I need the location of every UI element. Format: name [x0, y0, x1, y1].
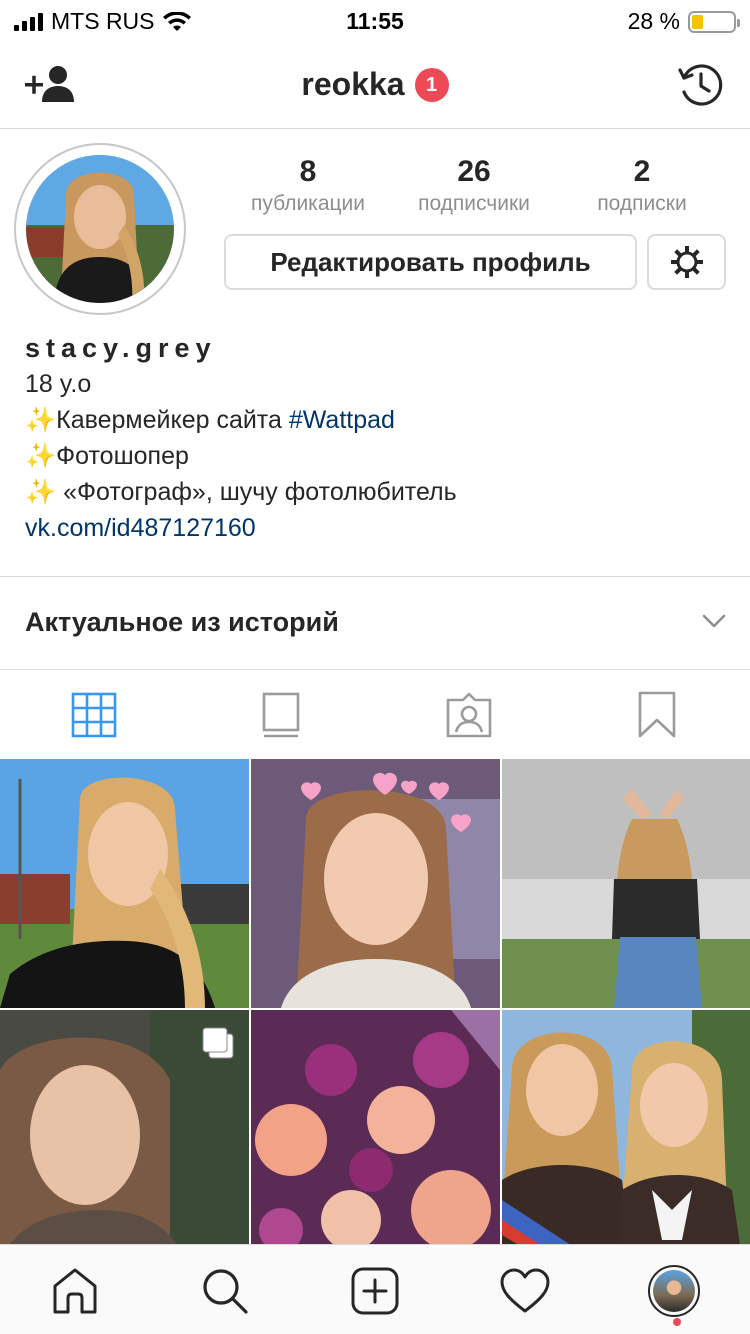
bio-covermaker-text: Кавермейкер сайта — [56, 406, 289, 434]
photo-tile-2[interactable] — [251, 759, 500, 1008]
photo-flowers-bouquet — [251, 1010, 500, 1259]
activity-heart-icon — [500, 1268, 550, 1313]
hashtag-link[interactable]: #Wattpad — [289, 406, 395, 434]
bio-line-covermaker: ✨Кавермейкер сайта #Wattpad — [25, 402, 725, 438]
photo-tile-4[interactable] — [0, 1010, 249, 1259]
chevron-down-icon[interactable] — [700, 607, 728, 635]
bio-website-link[interactable]: vk.com/id487127160 — [25, 510, 725, 546]
sparkles-icon: ✨ — [25, 442, 57, 470]
photo-selfie-outdoor — [0, 759, 249, 1008]
home-icon — [53, 1268, 97, 1314]
stat-posts[interactable]: 8 публикации — [238, 154, 378, 218]
status-bar: MTS RUS 11:55 28 % — [0, 0, 750, 40]
grid-icon — [71, 692, 117, 738]
battery-fill — [692, 14, 704, 29]
feed-tab[interactable] — [255, 689, 307, 741]
sparkles-icon: ✨ — [25, 406, 57, 434]
profile-avatar[interactable] — [26, 155, 174, 303]
gear-icon — [670, 246, 703, 278]
photo-tile-3[interactable] — [502, 759, 750, 1008]
profile-stats: 8 публикации 26 подписчики 2 подписки — [226, 154, 726, 218]
new-post-tab[interactable] — [347, 1263, 403, 1319]
highlights-label: Актуальное из историй — [25, 607, 339, 637]
stat-posts-label: публикации — [251, 192, 365, 215]
username-label: reokka — [301, 66, 405, 102]
stat-following-value: 2 — [633, 155, 651, 188]
photo-tile-6[interactable] — [502, 1010, 750, 1259]
stat-followers-label: подписчики — [418, 192, 530, 215]
bio-line-photoshop: ✨Фотошопер — [25, 438, 725, 474]
battery-icon — [688, 10, 740, 33]
stat-followers[interactable]: 26 подписчики — [402, 154, 546, 218]
profile-tab-avatar-image — [653, 1270, 695, 1312]
profile-display-name: stacy.grey — [25, 333, 217, 363]
search-tab[interactable] — [197, 1263, 253, 1319]
stat-following[interactable]: 2 подписки — [578, 154, 706, 218]
photo-selfie-hearts — [251, 759, 500, 1008]
profile-nav-bar: reokka 1 — [0, 40, 750, 129]
settings-button[interactable] — [647, 234, 726, 290]
battery-percentage: 28 % — [627, 8, 680, 34]
story-highlights-row[interactable]: Актуальное из историй — [0, 576, 750, 670]
saved-icon — [638, 691, 676, 738]
feed-icon — [262, 692, 300, 738]
bottom-tab-bar — [0, 1244, 750, 1334]
notification-badge: 1 — [414, 67, 449, 102]
bio-photoshop-text: Фотошопер — [56, 442, 189, 470]
tagged-icon — [446, 692, 492, 738]
search-icon — [203, 1269, 248, 1314]
profile-tab-avatar — [648, 1265, 700, 1317]
grid-tab[interactable] — [68, 689, 120, 741]
photo-tile-5[interactable] — [251, 1010, 500, 1259]
stat-followers-value: 26 — [457, 155, 491, 188]
photo-back-heart-hands — [502, 759, 750, 1008]
edit-profile-button[interactable]: Редактировать профиль — [224, 234, 637, 290]
bio-age: 18 y.o — [25, 370, 92, 398]
profile-notification-dot — [673, 1318, 681, 1326]
bio-line-photographer: ✨ «Фотограф», шучу фотолюбитель — [25, 474, 725, 510]
profile-tab[interactable] — [646, 1263, 702, 1319]
archive-clock-icon[interactable] — [678, 62, 724, 108]
activity-tab[interactable] — [497, 1263, 553, 1319]
saved-tab[interactable] — [631, 689, 683, 741]
new-post-icon — [351, 1267, 399, 1315]
stat-following-label: подписки — [597, 192, 687, 215]
profile-tabs — [0, 671, 750, 759]
profile-avatar-ring[interactable] — [14, 143, 186, 315]
photo-graduation-friends — [502, 1010, 750, 1259]
multiple-photos-icon — [202, 1027, 234, 1059]
tagged-tab[interactable] — [443, 689, 495, 741]
username-title[interactable]: reokka 1 — [0, 66, 750, 103]
home-tab[interactable] — [47, 1263, 103, 1319]
status-right: 28 % — [627, 8, 740, 35]
profile-bio: stacy.grey 18 y.o ✨Кавермейкер сайта #Wa… — [25, 330, 725, 546]
stat-posts-value: 8 — [299, 155, 317, 188]
photo-tile-1[interactable] — [0, 759, 249, 1008]
sparkles-icon: ✨ — [25, 478, 57, 506]
bio-photographer-text: «Фотограф», шучу фотолюбитель — [56, 478, 457, 506]
